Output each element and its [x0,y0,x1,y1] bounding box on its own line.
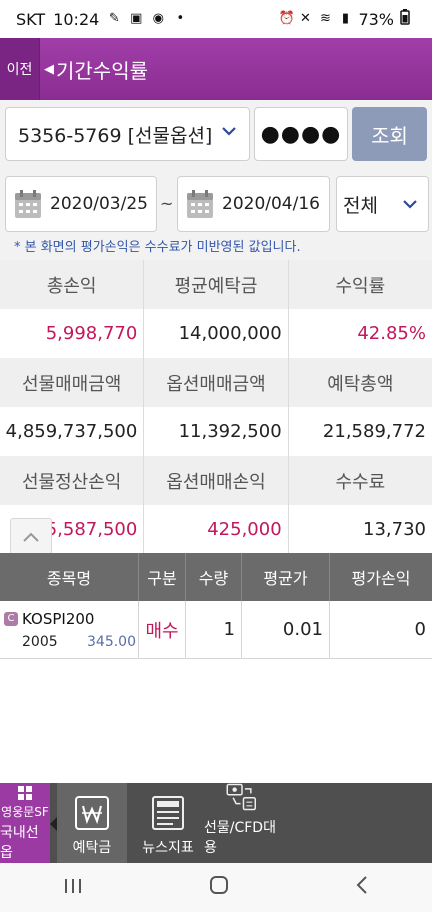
app-notification-icon: ▣ [130,11,143,26]
return-rate-value: 42.85% [357,323,426,344]
query-button[interactable]: 조회 [352,107,427,161]
tab-label: 국내선옵 [0,824,39,861]
back-nav-icon[interactable] [355,875,369,900]
calendar-icon [187,190,213,218]
mute-icon: ✕ [299,11,311,26]
summary-label: 평균예탁금 [144,260,289,309]
caret-left-icon [50,817,57,831]
total-pnl-value: 5,998,770 [0,309,145,358]
options-trade-amount-value: 11,392,500 [144,407,289,456]
page-title-label: 기간수익률 [56,58,148,83]
date-separator: ~ [160,194,174,213]
home-icon[interactable] [209,875,229,900]
table-row[interactable]: C KOSPI200 2005 345.00 매수 1 0.01 0 [0,601,432,659]
battery-icon [400,9,410,29]
calendar-icon [15,190,41,218]
avg-price-cell: 0.01 [242,601,330,658]
collapse-button[interactable] [10,518,52,556]
summary-grid: 총손익 평균예탁금 수익률 5,998,770 14,000,000 42.85… [0,260,432,556]
system-nav-bar [0,863,432,912]
back-button[interactable]: 이전 [0,38,40,100]
won-icon [75,796,109,830]
app-header: 이전 ◀ 기간수익률 [0,38,432,100]
column-header: 평균가 [242,553,330,601]
tab-news[interactable]: 뉴스지표 [132,783,204,863]
date-filter-row: 2020/03/25 ~ 2020/04/16 전체 * 본 화면의 평가손익은… [0,168,432,260]
deposit-total-value: 21,589,772 [322,421,426,442]
column-header: 구분 [139,553,186,601]
app-notification-icon: ◉ [152,11,164,26]
commission-value: 13,730 [363,519,426,540]
column-header: 수량 [186,553,242,601]
tab-cfd[interactable]: 선물/CFD대용 [204,783,280,863]
time-label: 10:24 [53,9,100,29]
account-row: 5356-5769 [선물옵션] ●●●● 조회 [0,100,432,168]
end-date-value: 2020/04/16 [222,194,320,214]
tab-label: 뉴스지표 [142,840,194,856]
table-header: 종목명 구분 수량 평균가 평가손익 [0,553,432,601]
start-date-value: 2020/03/25 [50,194,148,214]
grid-icon [18,785,32,800]
caret-left-icon: ◀ [44,61,54,77]
instrument-name: KOSPI200 [22,609,95,628]
summary-label: 총손익 [0,260,145,309]
dot-icon: • [176,11,185,26]
futures-trade-amount-value: 4,859,737,500 [0,407,145,456]
password-field[interactable]: ●●●● [254,107,348,161]
tab-label: 선물/CFD대용 [204,820,276,856]
eval-pnl-cell: 0 [414,619,426,640]
transfer-icon [226,783,256,811]
instrument-cell: C KOSPI200 2005 345.00 [0,601,139,658]
signal-icon: ▮ [341,11,350,26]
summary-header-row: 총손익 평균예탁금 수익률 [0,260,432,309]
bottom-tab-bar: 영웅문SF 국내선옵 예탁금 뉴스지표 선물/CFD대용 [0,783,432,863]
summary-value-row: 4,859,737,500 11,392,500 21,589,772 [0,407,432,456]
summary-value-row: 5,998,770 14,000,000 42.85% [0,309,432,358]
avg-deposit-value: 14,000,000 [144,309,289,358]
status-bar: SKT 10:24 ✎ ▣ ◉ • ⏰ ✕ ≋ ▮ 73% [0,0,432,38]
type-select[interactable]: 전체 [336,176,429,232]
tab-deposit[interactable]: 예탁금 [57,783,127,863]
side-cell: 매수 [139,601,186,658]
news-icon [152,796,184,830]
summary-value-row: 5,587,500 425,000 13,730 [0,505,432,554]
column-header: 종목명 [0,553,139,601]
notice-text: * 본 화면의 평가손익은 수수료가 미반영된 값입니다. [14,240,301,255]
account-value: 5356-5769 [선물옵션] [18,124,213,147]
call-badge: C [4,611,18,626]
instrument-code: 2005 [22,633,58,650]
chevron-down-icon [222,127,236,136]
carrier-label: SKT [16,9,46,29]
summary-label: 선물매매금액 [0,358,145,407]
start-date-picker[interactable]: 2020/03/25 [5,176,157,232]
battery-label: 73% [358,9,394,29]
tab-home[interactable]: 영웅문SF 국내선옵 [0,783,50,863]
app-logo: 영웅문SF [1,804,49,819]
chevron-up-icon [23,532,39,542]
summary-label: 수익률 [335,275,386,297]
tab-label: 예탁금 [72,840,112,856]
summary-label: 예탁총액 [327,373,394,395]
summary-label: 선물정산손익 [0,456,145,505]
alarm-icon: ⏰ [278,11,295,26]
options-trade-pnl-value: 425,000 [144,505,289,554]
positions-table: 종목명 구분 수량 평균가 평가손익 C KOSPI200 2005 345.0… [0,553,432,659]
summary-header-row: 선물매매금액 옵션매매금액 예탁총액 [0,358,432,407]
qty-cell: 1 [186,601,242,658]
account-select[interactable]: 5356-5769 [선물옵션] [5,107,250,161]
chevron-down-icon [403,200,417,209]
app-notification-icon: ✎ [108,11,120,26]
wifi-icon: ≋ [319,11,331,26]
recent-apps-icon[interactable] [63,876,83,900]
summary-label: 옵션매매손익 [144,456,289,505]
type-value: 전체 [343,194,378,217]
page-title: ◀ 기간수익률 [44,55,148,84]
summary-label: 수수료 [335,471,386,493]
end-date-picker[interactable]: 2020/04/16 [177,176,330,232]
summary-label: 옵션매매금액 [144,358,289,407]
summary-header-row: 선물정산손익 옵션매매손익 수수료 [0,456,432,505]
instrument-price: 345.00 [87,633,136,650]
column-header: 평가손익 [351,569,411,588]
